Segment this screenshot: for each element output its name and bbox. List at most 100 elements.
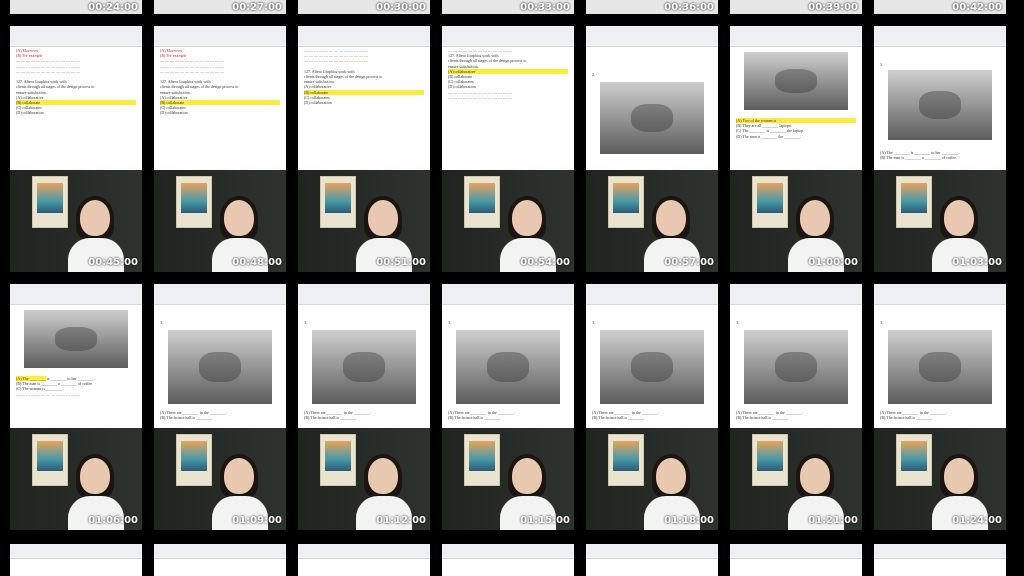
thumbnail[interactable]: (A) The ________ is ________ to her ____… xyxy=(10,284,142,530)
question-text: — — — — — — — — — — — — — 127. Altera Gr… xyxy=(448,48,568,100)
document-view: (A) The ________ is ________ to her ____… xyxy=(10,284,142,428)
thumbnail-bottom[interactable] xyxy=(874,544,1006,576)
question-photo xyxy=(888,330,992,404)
ribbon xyxy=(10,26,142,47)
ribbon xyxy=(10,544,142,559)
wall-poster xyxy=(320,434,356,486)
question-number: 3. xyxy=(736,320,739,325)
timestamp: 01:15:00 xyxy=(520,515,570,526)
question-text: (A) Moreover (B) For example — — — — — —… xyxy=(16,48,136,116)
timestamp: 00:57:00 xyxy=(664,257,714,268)
ribbon xyxy=(730,544,862,559)
timestamp: 01:09:00 xyxy=(232,515,282,526)
thumbnail[interactable]: (A) Moreover (B) For example — — — — — —… xyxy=(154,26,286,272)
thumbnail-bottom[interactable] xyxy=(586,544,718,576)
question-text: (A) The ________ is ________ to her ____… xyxy=(16,376,136,397)
thumbnail-bottom[interactable] xyxy=(154,544,286,576)
ribbon xyxy=(874,26,1006,47)
question-photo xyxy=(888,70,992,140)
timestamp: 00:30:00 xyxy=(376,2,426,13)
option-b: (B) The man is ________ a ________ of co… xyxy=(880,155,958,161)
thumbnail[interactable]: 3. (A) There are ________ in the _______… xyxy=(730,284,862,530)
thumbnail-top-5[interactable]: 00:36:00 xyxy=(586,0,718,14)
thumbnail-top-6[interactable]: 00:39:00 xyxy=(730,0,862,14)
wall-poster xyxy=(752,176,788,228)
question-text: — — — — — — — — — — — — — — — — — — — — … xyxy=(304,48,424,105)
document-view: 3. (A) There are ________ in the _______… xyxy=(298,284,430,428)
thumbnail-top-3[interactable]: 00:30:00 xyxy=(298,0,430,14)
thumbnail[interactable]: 3. (A) The ________ is ________ to her _… xyxy=(874,26,1006,272)
wall-poster xyxy=(752,434,788,486)
document-view: — — — — — — — — — — — — — 127. Altera Gr… xyxy=(442,26,574,170)
wall-poster xyxy=(32,434,68,486)
wall-poster xyxy=(896,434,932,486)
timestamp: 00:51:00 xyxy=(376,257,426,268)
thumbnail[interactable]: (A) Two of the women is (B) They are all… xyxy=(730,26,862,272)
ribbon xyxy=(298,544,430,559)
ribbon xyxy=(874,544,1006,559)
document-view: — — — — — — — — — — — — — — — — — — — — … xyxy=(298,26,430,170)
document-view: 3. (A) The ________ is ________ to her _… xyxy=(874,26,1006,170)
thumbnail[interactable]: 3. (A) There are ________ in the _______… xyxy=(442,284,574,530)
question-photo xyxy=(744,330,848,404)
thumbnail[interactable]: 3. (A) There are ________ in the _______… xyxy=(874,284,1006,530)
question-photo xyxy=(744,52,848,110)
thumbnail[interactable]: — — — — — — — — — — — — — — — — — — — — … xyxy=(298,26,430,272)
question-photo xyxy=(312,330,416,404)
ribbon xyxy=(586,544,718,559)
ribbon xyxy=(10,284,142,305)
option-d: (D) collaboration xyxy=(304,100,332,106)
thumbnail[interactable]: 3. (A) There are ________ in the _______… xyxy=(298,284,430,530)
thumbnail-top-2[interactable]: 00:27:00 xyxy=(154,0,286,14)
question-photo xyxy=(456,330,560,404)
document-view: 2. xyxy=(586,26,718,170)
thumbnail-bottom[interactable] xyxy=(730,544,862,576)
video-thumbnail-grid: 00:24:00 00:27:00 00:30:00 00:33:00 00:3… xyxy=(0,0,1024,576)
question-text: (A) There are ________ in the ________. … xyxy=(304,410,424,420)
thumbnail-bottom[interactable] xyxy=(298,544,430,576)
timestamp: 00:42:00 xyxy=(952,2,1002,13)
question-number: 2. xyxy=(592,72,595,77)
option-b: (B) The lecture hall is ________. xyxy=(592,415,646,421)
timestamp: 00:39:00 xyxy=(808,2,858,13)
thumbnail-top-1[interactable]: 00:24:00 xyxy=(10,0,142,14)
document-view: (A) Moreover (B) For example — — — — — —… xyxy=(10,26,142,170)
thumbnail-bottom[interactable] xyxy=(442,544,574,576)
wall-poster xyxy=(176,434,212,486)
thumbnail[interactable]: 2. 00:57:00 xyxy=(586,26,718,272)
question-photo xyxy=(24,310,128,368)
ribbon xyxy=(730,284,862,305)
question-text: (A) The ________ is ________ to her ____… xyxy=(880,150,1000,160)
option-d: (D) collaboration xyxy=(160,110,188,116)
ribbon xyxy=(298,284,430,305)
thumbnail[interactable]: (A) Moreover (B) For example — — — — — —… xyxy=(10,26,142,272)
thumbnail[interactable]: 3. (A) There are ________ in the _______… xyxy=(586,284,718,530)
document-view: (A) Moreover (B) For example — — — — — —… xyxy=(154,26,286,170)
thumbnail[interactable]: — — — — — — — — — — — — — 127. Altera Gr… xyxy=(442,26,574,272)
thumbnail-top-7[interactable]: 00:42:00 xyxy=(874,0,1006,14)
timestamp: 00:33:00 xyxy=(520,2,570,13)
question-text: (A) Moreover (B) For example — — — — — —… xyxy=(160,48,280,116)
document-view: 3. (A) There are ________ in the _______… xyxy=(730,284,862,428)
option-b: (B) The lecture hall is ________. xyxy=(448,415,502,421)
ribbon xyxy=(442,544,574,559)
timestamp: 00:45:00 xyxy=(88,257,138,268)
thumbnail[interactable]: 3. (A) There are ________ in the _______… xyxy=(154,284,286,530)
ribbon xyxy=(730,26,862,47)
ribbon xyxy=(442,284,574,305)
timestamp: 00:36:00 xyxy=(664,2,714,13)
thumbnail-bottom[interactable] xyxy=(10,544,142,576)
question-text: (A) There are ________ in the ________. … xyxy=(160,410,280,420)
question-text: (A) There are ________ in the ________. … xyxy=(592,410,712,420)
timestamp: 00:27:00 xyxy=(232,2,282,13)
thumbnail-top-4[interactable]: 00:33:00 xyxy=(442,0,574,14)
timestamp: 00:54:00 xyxy=(520,257,570,268)
ribbon xyxy=(874,284,1006,305)
document-view: 3. (A) There are ________ in the _______… xyxy=(154,284,286,428)
option-b: (B) The lecture hall is ________. xyxy=(736,415,790,421)
wall-poster xyxy=(320,176,356,228)
wall-poster xyxy=(896,176,932,228)
question-number: 3. xyxy=(592,320,595,325)
ribbon xyxy=(154,26,286,47)
document-view: 3. (A) There are ________ in the _______… xyxy=(442,284,574,428)
